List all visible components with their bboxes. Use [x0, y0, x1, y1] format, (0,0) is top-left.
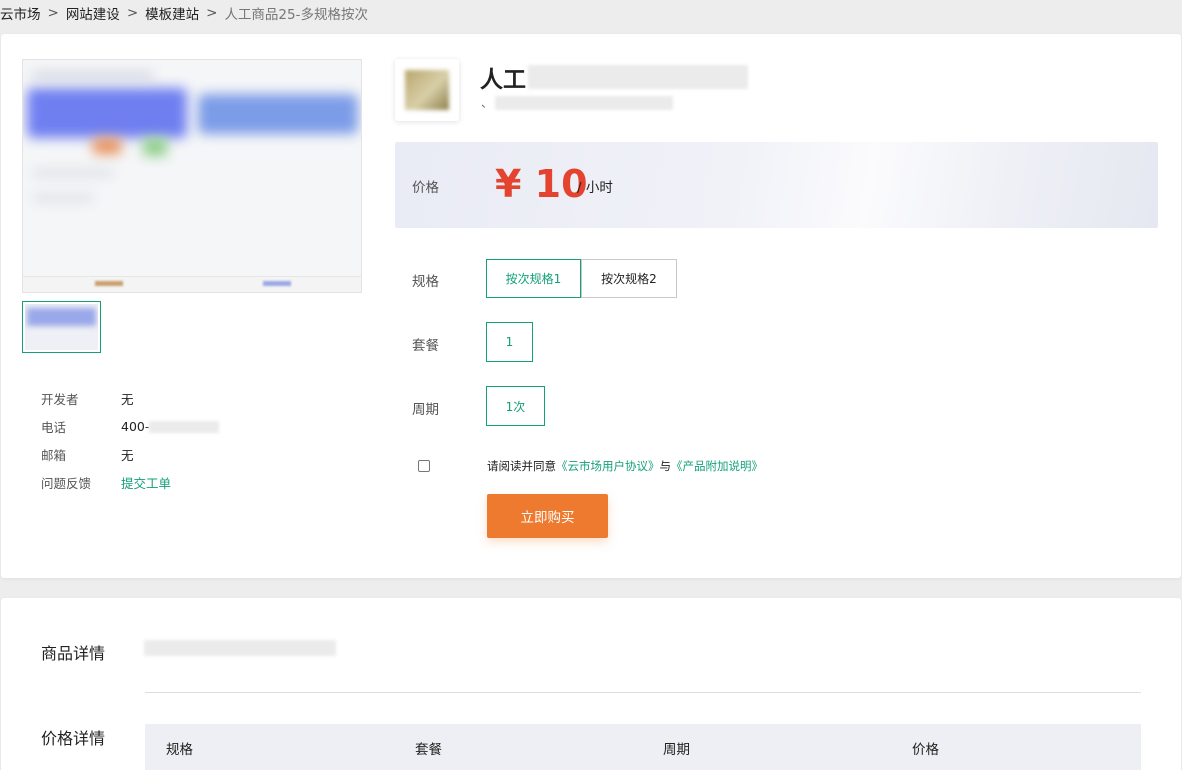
spec-option-2[interactable]: 按次规格2: [581, 259, 677, 298]
package-label: 套餐: [412, 338, 439, 354]
spec-option-1[interactable]: 按次规格1: [486, 259, 581, 298]
submit-ticket-link[interactable]: 提交工单: [121, 473, 171, 492]
price-detail-title: 价格详情: [41, 729, 106, 748]
preview-footer: [23, 276, 361, 292]
feedback-row: 问题反馈 提交工单: [41, 468, 219, 496]
section-divider: [145, 692, 1141, 693]
spec-label: 规格: [412, 274, 439, 290]
breadcrumb-separator: >: [126, 5, 139, 21]
breadcrumb-item-template-site[interactable]: 模板建站: [145, 3, 199, 23]
breadcrumb-item-market[interactable]: 云市场: [0, 3, 41, 23]
price-label: 价格: [412, 180, 439, 196]
product-logo: [395, 59, 459, 121]
package-option-1[interactable]: 1: [486, 322, 533, 362]
breadcrumb: 云市场 > 网站建设 > 模板建站 > 人工商品25-多规格按次: [0, 3, 368, 23]
breadcrumb-separator: >: [47, 5, 59, 21]
product-subtitle: 、: [481, 94, 674, 111]
developer-info: 开发者 无 电话 400- 邮箱 无 问题反馈 提交工单: [41, 384, 220, 496]
product-notes-link[interactable]: 《产品附加说明》: [671, 459, 763, 473]
breadcrumb-current: 人工商品25-多规格按次: [224, 7, 368, 23]
table-header-spec: 规格: [166, 742, 193, 758]
period-option-1[interactable]: 1次: [486, 386, 545, 426]
developer-row: 开发者 无: [41, 384, 219, 412]
developer-label: 开发者: [41, 391, 79, 407]
developer-value: 无: [121, 391, 134, 407]
product-card: 开发者 无 电话 400- 邮箱 无 问题反馈 提交工单 人工 、 价格 ¥ 1…: [1, 34, 1181, 578]
price-panel: 价格 ¥ 10 / 小时: [395, 142, 1158, 228]
table-header-period: 周期: [663, 742, 690, 758]
detail-card: 商品详情 价格详情 规格 套餐 周期 价格: [1, 598, 1181, 770]
product-detail-title: 商品详情: [41, 644, 106, 663]
product-title: 人工: [480, 60, 748, 94]
product-preview-image[interactable]: [22, 59, 362, 293]
email-value: 无: [121, 447, 134, 463]
table-header-package: 套餐: [415, 742, 442, 758]
period-label: 周期: [412, 402, 439, 418]
breadcrumb-item-website-building[interactable]: 网站建设: [66, 3, 120, 23]
agreement-checkbox[interactable]: [418, 460, 430, 472]
email-label: 邮箱: [41, 447, 67, 463]
user-agreement-link[interactable]: 《云市场用户协议》: [556, 459, 660, 473]
buy-now-button[interactable]: 立即购买: [487, 494, 608, 538]
phone-label: 电话: [41, 419, 67, 435]
table-header-price: 价格: [912, 742, 939, 758]
preview-thumbnail[interactable]: [22, 301, 101, 353]
feedback-label: 问题反馈: [41, 475, 92, 491]
price-unit: / 小时: [577, 180, 613, 196]
product-detail-content: [144, 640, 336, 656]
price-table-header: 规格 套餐 周期 价格: [145, 724, 1141, 770]
agreement-text: 请阅读并同意《云市场用户协议》与《产品附加说明》: [487, 459, 763, 473]
phone-value: 400-: [121, 419, 220, 434]
email-row: 邮箱 无: [41, 440, 219, 468]
breadcrumb-separator: >: [206, 5, 218, 21]
price-amount: ¥ 10: [495, 162, 588, 206]
phone-row: 电话 400-: [41, 412, 220, 440]
